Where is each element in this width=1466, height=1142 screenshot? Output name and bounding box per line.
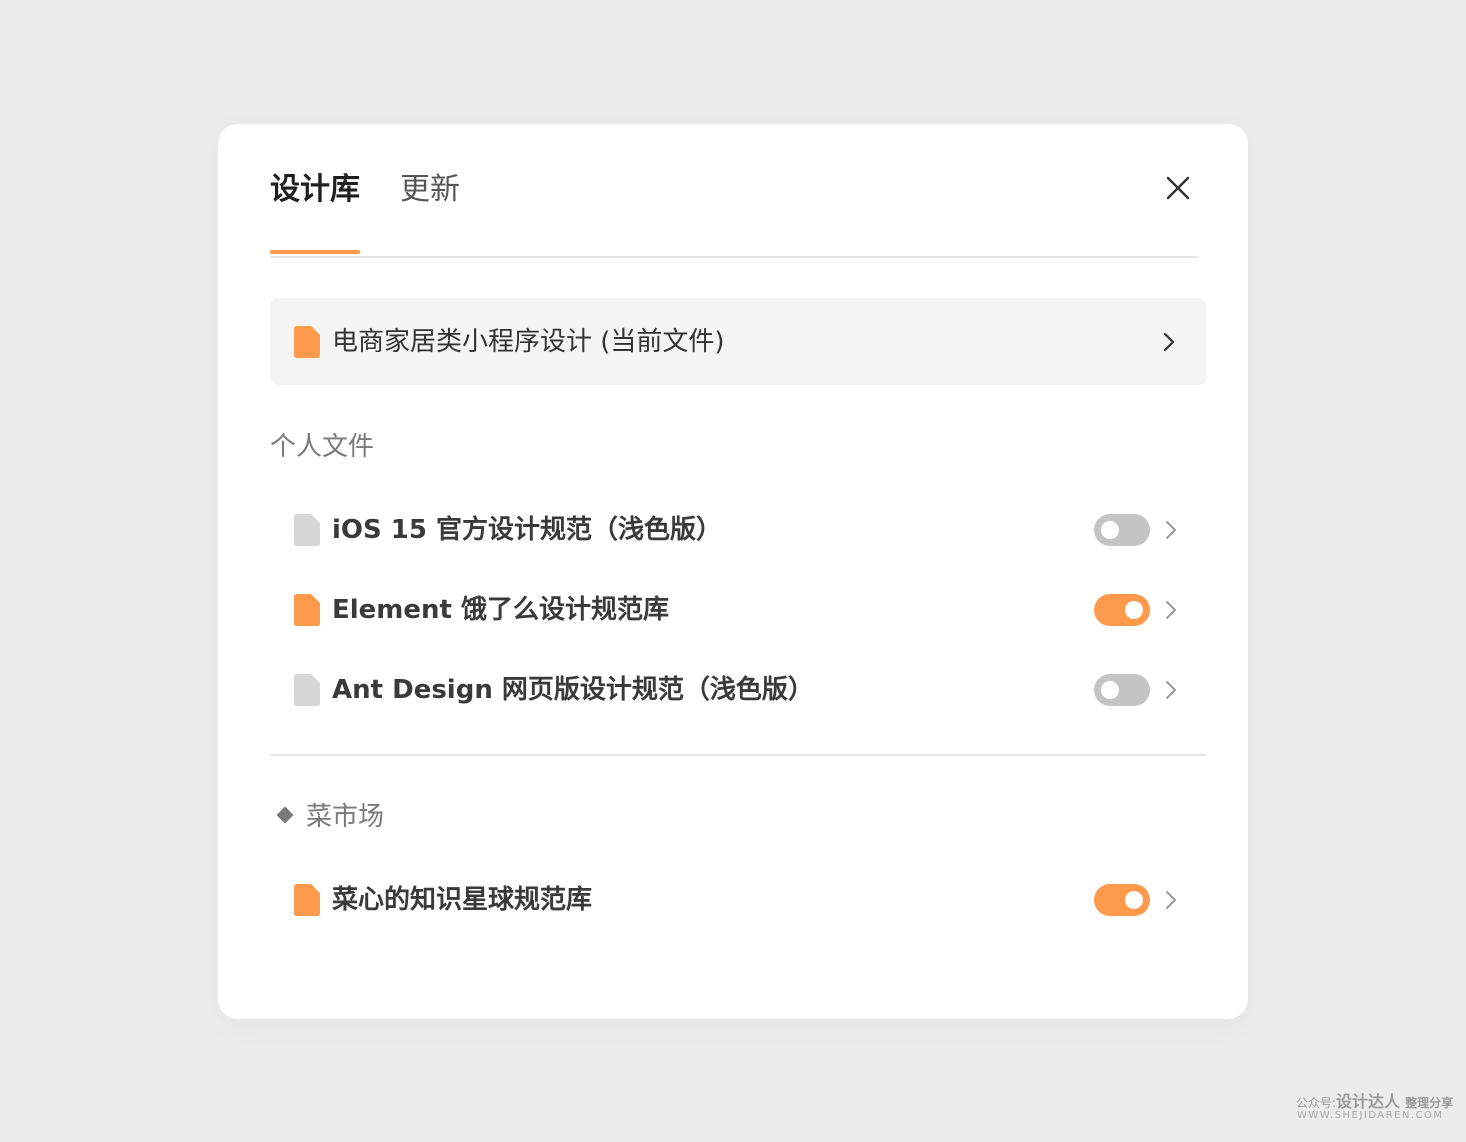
library-item-label: iOS 15 官方设计规范（浅色版） [332, 515, 723, 545]
library-toggle[interactable] [1094, 884, 1150, 916]
section-divider [270, 754, 1206, 756]
tab-divider [270, 256, 1198, 258]
file-icon [294, 326, 320, 358]
library-item-ios15[interactable]: iOS 15 官方设计规范（浅色版） [270, 500, 1206, 560]
chevron-right-icon[interactable] [1164, 889, 1178, 911]
file-icon [294, 884, 320, 916]
design-library-panel: 设计库 更新 电商家居类小程序设计 (当前文件) 个人文件 iOS 15 官方设… [218, 124, 1248, 1019]
library-item-label: Ant Design 网页版设计规范（浅色版） [332, 675, 814, 705]
tab-design-library[interactable]: 设计库 [270, 168, 360, 212]
library-item-caixin[interactable]: 菜心的知识星球规范库 [270, 870, 1206, 930]
toggle-knob [1125, 601, 1143, 619]
toggle-knob [1101, 521, 1119, 539]
watermark: 公众号:设计达人 整理分享 WWW.SHEJIDAREN.COM [1296, 1088, 1456, 1128]
current-file-row[interactable]: 电商家居类小程序设计 (当前文件) [270, 298, 1206, 385]
library-toggle[interactable] [1094, 594, 1150, 626]
file-icon-shape [294, 326, 320, 358]
diamond-icon [276, 806, 294, 824]
chevron-right-icon [1163, 332, 1175, 352]
file-icon [294, 594, 320, 626]
tab-updates[interactable]: 更新 [400, 168, 460, 212]
watermark-url: WWW.SHEJIDAREN.COM [1297, 1110, 1444, 1121]
chevron-right-icon[interactable] [1164, 679, 1178, 701]
watermark-prefix: 公众号: [1296, 1096, 1337, 1110]
toggle-knob [1125, 891, 1143, 909]
chevron-right-icon[interactable] [1164, 599, 1178, 621]
library-item-label: 菜心的知识星球规范库 [332, 885, 593, 915]
file-icon [294, 674, 320, 706]
library-item-label: Element 饿了么设计规范库 [332, 595, 670, 625]
personal-files-heading: 个人文件 [270, 432, 375, 462]
library-item-element[interactable]: Element 饿了么设计规范库 [270, 580, 1206, 640]
chevron-right-icon[interactable] [1164, 519, 1178, 541]
active-tab-indicator [270, 250, 360, 254]
watermark-line: 公众号:设计达人 整理分享 [1296, 1088, 1453, 1112]
current-file-label: 电商家居类小程序设计 (当前文件) [332, 327, 725, 357]
close-icon [1166, 176, 1190, 200]
toggle-knob [1101, 681, 1119, 699]
library-toggle[interactable] [1094, 514, 1150, 546]
library-toggle[interactable] [1094, 674, 1150, 706]
watermark-suffix: 整理分享 [1405, 1096, 1454, 1110]
file-icon [294, 514, 320, 546]
watermark-brand: 设计达人 [1336, 1092, 1401, 1111]
library-item-ant-design[interactable]: Ant Design 网页版设计规范（浅色版） [270, 660, 1206, 720]
market-heading: 菜市场 [306, 802, 385, 832]
close-button[interactable] [1158, 168, 1198, 208]
